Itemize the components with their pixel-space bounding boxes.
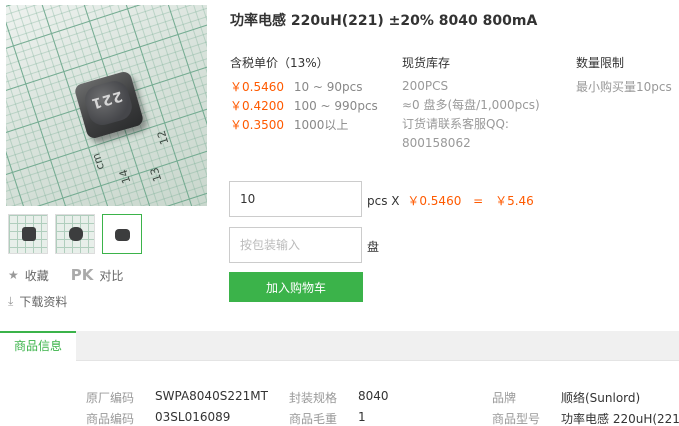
spec-label: 商品编码: [86, 412, 135, 426]
compare-label[interactable]: 对比: [99, 267, 123, 284]
spec-value: SWPA8040S221MT: [155, 389, 268, 403]
thumbnail-3[interactable]: [102, 214, 142, 254]
tab-bar: 商品信息: [0, 331, 679, 361]
spec-value: 1: [358, 410, 366, 424]
tier-range: 10 ~ 90pcs: [293, 80, 363, 94]
min-purchase: 最小购买量10pcs: [576, 80, 672, 94]
spec-label: 品牌: [492, 391, 517, 405]
spec-value: 顺络(Sunlord): [561, 391, 641, 405]
tier-price: ￥0.5460: [230, 80, 284, 94]
package-unit: 盘: [367, 240, 380, 254]
tier-range: 100 ~ 990pcs: [293, 99, 378, 113]
download-link[interactable]: ⤓ 下载资料: [8, 293, 67, 310]
quantity-input[interactable]: [229, 181, 362, 217]
price-tier: ￥0.3500 1000以上: [230, 116, 348, 133]
add-to-cart-button[interactable]: 加入购物车: [229, 272, 363, 302]
price-header: 含税单价（13%）: [230, 56, 329, 70]
product-main-image: 12 13 14 cm 221: [6, 5, 207, 206]
calc-unit: pcs X: [367, 194, 400, 208]
spec-value: 8040: [358, 389, 389, 403]
spec-label: 原厂编码: [86, 391, 135, 405]
thumbnail-1[interactable]: [8, 214, 48, 254]
spec-label: 商品型号: [492, 412, 541, 426]
stock-contact: 订货请联系客服QQ:: [402, 117, 509, 131]
pk-icon: PK: [70, 266, 94, 284]
price-tier: ￥0.5460 10 ~ 90pcs: [230, 78, 363, 95]
stock-reels: ≈0 盘多(每盘/1,000pcs): [402, 98, 540, 112]
star-icon: ★: [8, 268, 19, 282]
spec-value: 03SL016089: [155, 410, 231, 424]
price-tier: ￥0.4200 100 ~ 990pcs: [230, 97, 378, 114]
tier-price: ￥0.3500: [230, 118, 284, 132]
tier-range: 1000以上: [293, 118, 349, 132]
product-title: 功率电感 220uH(221) ±20% 8040 800mA: [230, 13, 538, 29]
spec-value: 功率电感 220uH(221): [561, 412, 679, 426]
thumbnail-2[interactable]: [55, 214, 95, 254]
tier-price: ￥0.4200: [230, 99, 284, 113]
spec-label: 封装规格: [289, 391, 338, 405]
tab-product-info[interactable]: 商品信息: [0, 331, 76, 361]
calc-equals: =: [473, 194, 484, 208]
download-icon: ⤓: [8, 294, 14, 308]
download-label: 下载资料: [19, 295, 68, 309]
stock-header: 现货库存: [402, 56, 451, 70]
stock-quantity: 200PCS: [402, 79, 449, 93]
price-calculation: pcs X ￥0.5460 = ￥5.46: [367, 192, 534, 209]
calc-total: ￥5.46: [495, 194, 534, 208]
favorite-label: 收藏: [24, 268, 49, 283]
package-input[interactable]: [229, 227, 362, 263]
stock-qq: 800158062: [402, 136, 471, 150]
spec-label: 商品毛重: [289, 412, 338, 426]
limit-header: 数量限制: [576, 56, 625, 70]
calc-unit-price: ￥0.5460: [407, 194, 462, 208]
favorite-link[interactable]: ★ 收藏 PK 对比: [8, 266, 123, 284]
